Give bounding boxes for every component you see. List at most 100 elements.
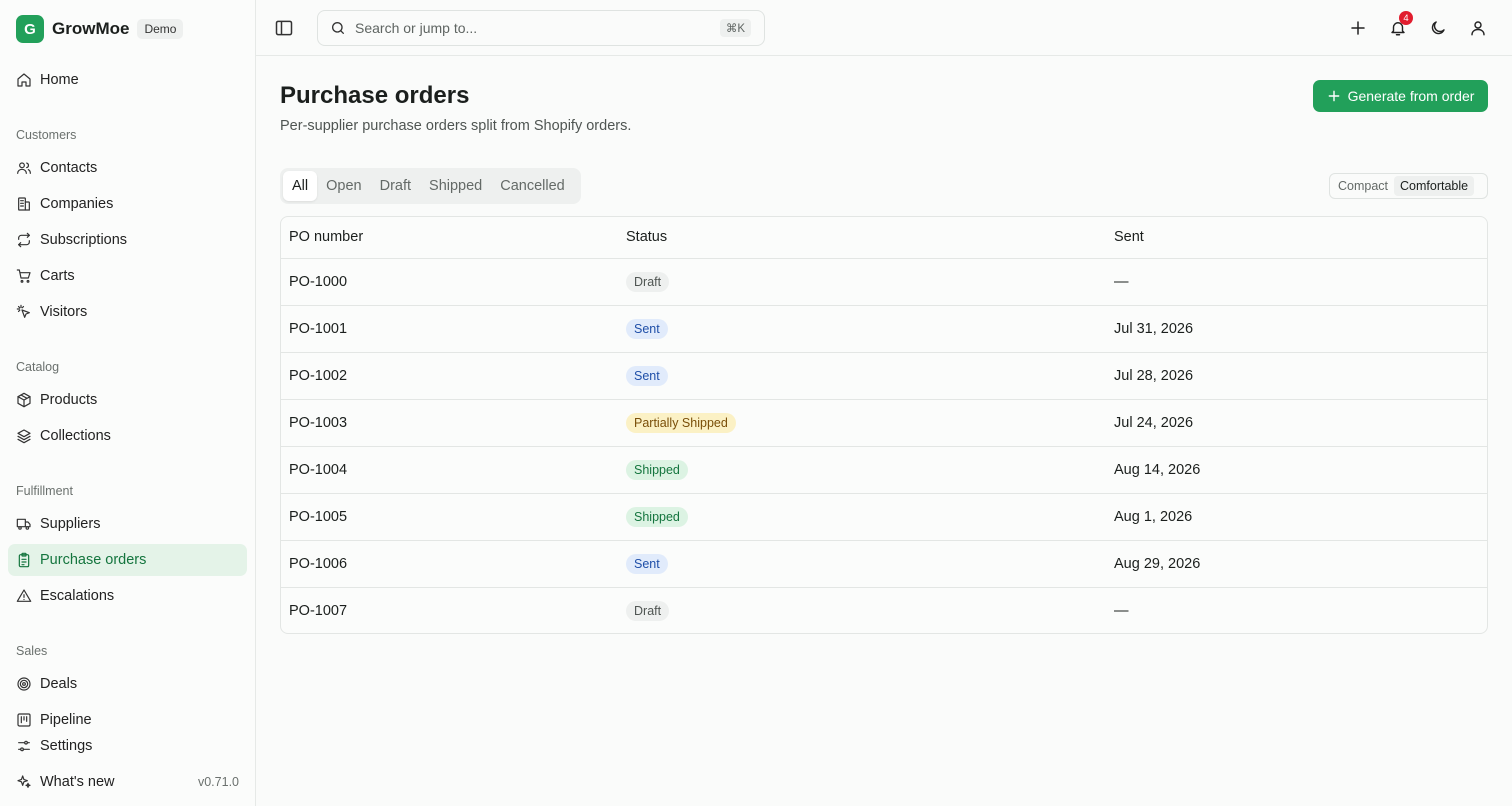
sidebar-item-whats-new[interactable]: What's new v0.71.0	[8, 766, 247, 798]
status-badge: Shipped	[626, 506, 688, 527]
sidebar-footer: Settings What's new v0.71.0	[0, 728, 255, 806]
tab-draft[interactable]: Draft	[371, 171, 420, 201]
sidebar-toggle-button[interactable]	[274, 18, 294, 38]
sidebar-item-deals[interactable]: Deals	[8, 668, 247, 700]
status-cell: Shipped	[618, 446, 1106, 494]
sent-date-cell: Jul 24, 2026	[1106, 399, 1487, 447]
density-toggle: Compact Comfortable	[1329, 173, 1488, 199]
search-input[interactable]	[355, 20, 695, 36]
brand[interactable]: G GrowMoe Demo	[16, 15, 184, 43]
po-number-cell: PO-1005	[281, 493, 618, 541]
table-row[interactable]: PO-1004 Shipped Aug 14, 2026	[281, 446, 1487, 494]
sidebar-item-settings[interactable]: Settings	[8, 730, 247, 762]
tab-cancelled[interactable]: Cancelled	[491, 171, 574, 201]
table-row[interactable]: PO-1000 Draft —	[281, 258, 1487, 306]
status-badge: Shipped	[626, 459, 688, 480]
sparkles-icon	[17, 775, 31, 788]
table-row[interactable]: PO-1001 Sent Jul 31, 2026	[281, 305, 1487, 353]
sidebar-item-home[interactable]: Home	[8, 64, 247, 96]
cursor-click-icon	[16, 304, 30, 318]
status-cell: Partially Shipped	[618, 399, 1106, 447]
status-badge: Sent	[626, 318, 668, 339]
generate-from-order-button[interactable]: Generate from order	[1313, 80, 1488, 112]
sidebar-item-collections[interactable]: Collections	[8, 420, 247, 452]
search-box[interactable]: ⌘K	[317, 10, 765, 46]
sent-date-cell: Aug 1, 2026	[1106, 493, 1487, 541]
section-title-sales: Sales	[16, 644, 48, 658]
sidebar-item-carts[interactable]: Carts	[8, 260, 247, 292]
plus-icon	[1328, 90, 1339, 102]
version-label: v0.71.0	[197, 775, 239, 789]
sidebar-item-products[interactable]: Products	[8, 384, 247, 416]
cart-icon	[16, 269, 31, 283]
sidebar-item-escalations[interactable]: Escalations	[8, 580, 247, 612]
table-row[interactable]: PO-1005 Shipped Aug 1, 2026	[281, 493, 1487, 541]
sent-date-cell: Aug 29, 2026	[1106, 540, 1487, 588]
density-option-compact[interactable]: Compact	[1332, 176, 1394, 196]
sidebar-item-suppliers[interactable]: Suppliers	[8, 508, 247, 540]
sidebar-item-visitors[interactable]: Visitors	[8, 296, 247, 328]
notifications-button[interactable]: 4	[1387, 11, 1413, 39]
kanban-icon	[17, 713, 31, 727]
table-row[interactable]: PO-1003 Partially Shipped Jul 24, 2026	[281, 399, 1487, 447]
demo-badge: Demo	[137, 19, 184, 39]
page-title: Purchase orders	[280, 82, 470, 109]
sidebar: G GrowMoe Demo Home Customers Contacts C…	[0, 0, 256, 806]
tab-open[interactable]: Open	[317, 171, 370, 201]
status-cell: Sent	[618, 540, 1106, 588]
sent-date-cell: Jul 31, 2026	[1106, 305, 1487, 353]
status-filter-tabs: All Open Draft Shipped Cancelled	[280, 168, 581, 204]
po-number-cell: PO-1000	[281, 258, 618, 306]
status-cell: Draft	[618, 258, 1106, 306]
sidebar-item-label: Suppliers	[40, 516, 101, 532]
sidebar-item-purchase-orders[interactable]: Purchase orders	[8, 544, 247, 576]
users-icon	[17, 162, 31, 174]
sidebar-item-label: Purchase orders	[40, 552, 147, 568]
column-header-po-number[interactable]: PO number	[281, 217, 618, 259]
status-badge: Draft	[626, 271, 670, 292]
section-title-customers: Customers	[16, 128, 77, 142]
sidebar-item-pipeline[interactable]: Pipeline	[8, 704, 247, 728]
building-icon	[18, 197, 30, 211]
status-badge: Sent	[626, 365, 668, 386]
table-row[interactable]: PO-1002 Sent Jul 28, 2026	[281, 352, 1487, 400]
column-header-sent[interactable]: Sent	[1106, 217, 1487, 259]
layers-icon	[17, 429, 31, 444]
status-cell: Draft	[618, 587, 1106, 633]
clipboard-list-icon	[18, 552, 30, 568]
sidebar-item-label: Visitors	[40, 304, 88, 320]
sidebar-item-label: Home	[40, 72, 79, 88]
sidebar-nav[interactable]: Home Customers Contacts Companies Subscr…	[0, 62, 255, 728]
column-header-status[interactable]: Status	[618, 217, 1106, 259]
po-number-cell: PO-1002	[281, 352, 618, 400]
table-row[interactable]: PO-1007 Draft —	[281, 587, 1487, 633]
warning-icon	[16, 589, 32, 602]
sidebar-item-subscriptions[interactable]: Subscriptions	[8, 224, 247, 256]
table-row[interactable]: PO-1006 Sent Aug 29, 2026	[281, 540, 1487, 588]
theme-toggle-button[interactable]	[1427, 17, 1449, 39]
po-number-cell: PO-1003	[281, 399, 618, 447]
sidebar-item-label: Escalations	[40, 588, 115, 604]
add-button[interactable]	[1347, 17, 1369, 39]
main-content: ⌘K 4 Purchase orders Per-supplier purcha…	[256, 0, 1512, 806]
repeat-icon	[18, 232, 30, 248]
user-menu-button[interactable]	[1467, 17, 1489, 39]
brand-name: GrowMoe	[52, 19, 130, 38]
tab-all[interactable]: All	[283, 171, 318, 201]
sidebar-item-contacts[interactable]: Contacts	[8, 152, 247, 184]
sidebar-item-companies[interactable]: Companies	[8, 188, 247, 220]
tab-shipped[interactable]: Shipped	[420, 171, 491, 201]
panel-left-icon	[275, 20, 293, 36]
truck-icon	[16, 518, 31, 530]
sidebar-item-label: Collections	[40, 428, 111, 444]
package-icon	[17, 392, 31, 408]
sidebar-item-label: Products	[40, 392, 98, 408]
sidebar-item-label: Contacts	[40, 160, 98, 176]
status-badge: Sent	[626, 553, 668, 574]
sidebar-item-label: Carts	[40, 268, 75, 284]
sidebar-item-label: Companies	[40, 196, 114, 212]
status-cell: Sent	[618, 305, 1106, 353]
page-subtitle: Per-supplier purchase orders split from …	[280, 118, 632, 134]
target-icon	[17, 677, 31, 691]
density-option-comfortable[interactable]: Comfortable	[1394, 176, 1475, 196]
